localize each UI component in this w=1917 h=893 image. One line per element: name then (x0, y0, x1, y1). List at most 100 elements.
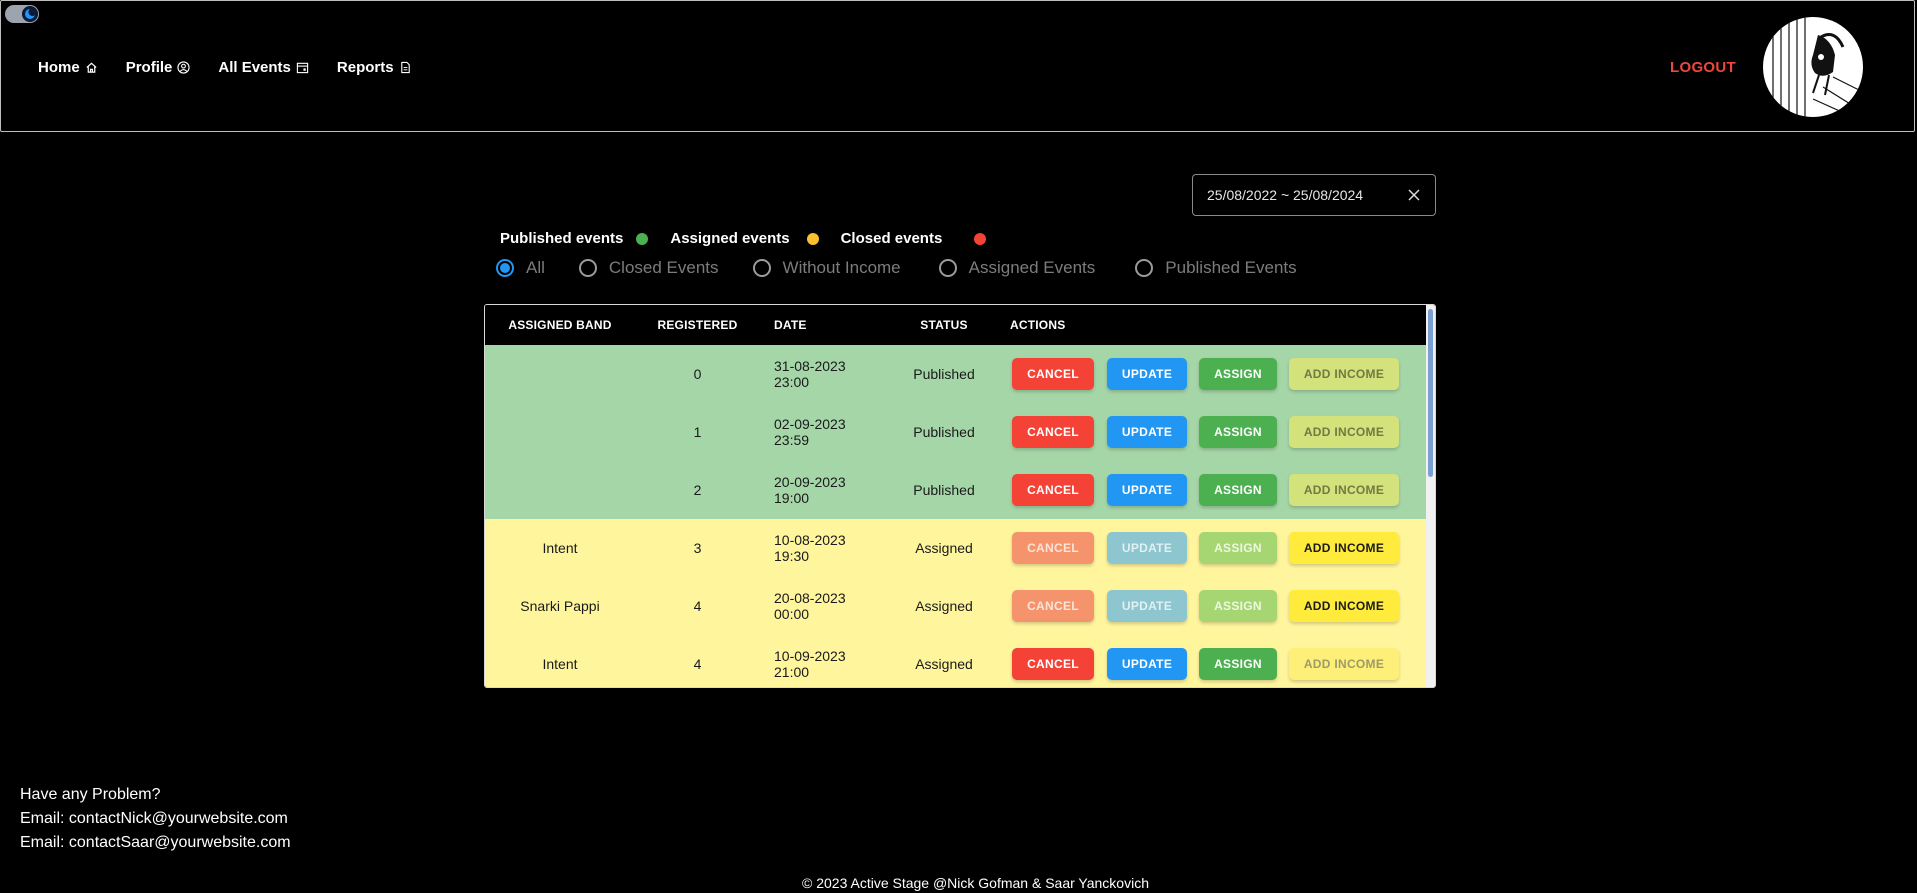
add-income-button[interactable]: ADD INCOME (1289, 590, 1399, 622)
cell-registered: 1 (693, 424, 702, 440)
cell-date: 20-09-2023 19:00 (774, 474, 846, 506)
table-scrollbar[interactable] (1426, 305, 1435, 687)
table-header: ASSIGNED BAND REGISTERED DATE STATUS ACT… (485, 305, 1435, 345)
cell-date: 20-08-2023 00:00 (774, 590, 846, 622)
close-icon[interactable] (1407, 188, 1421, 202)
cell-date: 10-09-2023 21:00 (774, 648, 846, 680)
update-button[interactable]: UPDATE (1107, 648, 1187, 680)
contact-info: Have any Problem? Email: contactNick@you… (20, 783, 291, 855)
nav-all-events-label: All Events (218, 59, 291, 76)
legend-closed-label: Closed events (840, 230, 943, 247)
theme-toggle[interactable] (5, 5, 39, 23)
radio-circle (938, 259, 957, 277)
filter-assigned-label: Assigned Events (968, 258, 1096, 277)
date-range-picker[interactable]: 25/08/2022 ~ 25/08/2024 (1192, 174, 1436, 216)
col-header-actions: ACTIONS (1010, 318, 1066, 332)
cancel-button[interactable]: CANCEL (1012, 474, 1094, 506)
cell-date: 31-08-2023 23:00 (774, 358, 846, 390)
add-income-button[interactable]: ADD INCOME (1289, 474, 1399, 506)
assign-button[interactable]: ASSIGN (1199, 532, 1277, 564)
cell-actions: CANCEL UPDATE ASSIGN ADD INCOME (1008, 416, 1435, 448)
nav-home-label: Home (38, 59, 80, 76)
table-row: Intent 4 10-09-2023 21:00 Assigned CANCE… (485, 635, 1435, 687)
cell-actions: CANCEL UPDATE ASSIGN ADD INCOME (1008, 474, 1435, 506)
cell-actions: CANCEL UPDATE ASSIGN ADD INCOME (1008, 590, 1435, 622)
cancel-button[interactable]: CANCEL (1012, 532, 1094, 564)
legend-assigned-dot (806, 232, 819, 245)
filter-closed-label: Closed Events (608, 258, 719, 277)
filter-closed[interactable]: Closed Events (578, 258, 719, 278)
cancel-button[interactable]: CANCEL (1012, 590, 1094, 622)
table-row: Intent 3 10-08-2023 19:30 Assigned CANCE… (485, 519, 1435, 577)
update-button[interactable]: UPDATE (1107, 474, 1187, 506)
legend-closed-dot (974, 232, 987, 245)
main-nav: Home Profile All Events Reports (38, 59, 412, 76)
cell-status: Published (913, 424, 975, 440)
assign-button[interactable]: ASSIGN (1199, 416, 1277, 448)
filter-published[interactable]: Published Events (1135, 258, 1297, 278)
add-income-button[interactable]: ADD INCOME (1289, 532, 1399, 564)
cell-registered: 3 (693, 540, 702, 556)
nav-all-events[interactable]: All Events (218, 59, 309, 76)
update-button[interactable]: UPDATE (1107, 532, 1187, 564)
cancel-button[interactable]: CANCEL (1012, 358, 1094, 390)
status-legend: Published events Assigned events Closed … (500, 230, 987, 247)
nav-home[interactable]: Home (38, 59, 98, 76)
table-row: 1 02-09-2023 23:59 Published CANCEL UPDA… (485, 403, 1435, 461)
col-header-band: ASSIGNED BAND (508, 318, 612, 332)
assign-button[interactable]: ASSIGN (1199, 590, 1277, 622)
filter-published-label: Published Events (1165, 258, 1297, 277)
logout-button[interactable]: LOGOUT (1670, 59, 1736, 76)
cell-status: Assigned (915, 598, 973, 614)
legend-published-dot (636, 232, 649, 245)
nav-profile-label: Profile (125, 59, 173, 76)
add-income-button[interactable]: ADD INCOME (1289, 358, 1399, 390)
filter-all-label: All (526, 258, 545, 277)
cell-date: 10-08-2023 19:30 (774, 532, 846, 564)
filter-assigned[interactable]: Assigned Events (938, 258, 1096, 278)
assign-button[interactable]: ASSIGN (1199, 648, 1277, 680)
cell-status: Assigned (915, 656, 973, 672)
contact-heading: Have any Problem? (20, 786, 161, 803)
table-row: Snarki Pappi 4 20-08-2023 00:00 Assigned… (485, 577, 1435, 635)
update-button[interactable]: UPDATE (1107, 590, 1187, 622)
cancel-button[interactable]: CANCEL (1012, 416, 1094, 448)
cell-actions: CANCEL UPDATE ASSIGN ADD INCOME (1008, 532, 1435, 564)
radio-circle (1135, 259, 1154, 277)
assign-button[interactable]: ASSIGN (1199, 358, 1277, 390)
nav-reports-label: Reports (336, 59, 394, 76)
radio-circle (752, 259, 771, 277)
col-header-date: DATE (774, 318, 807, 332)
col-header-status: STATUS (920, 318, 968, 332)
cell-registered: 4 (693, 656, 702, 672)
cell-registered: 4 (693, 598, 702, 614)
legend-assigned-label: Assigned events (670, 230, 790, 247)
contact-email-saar: Email: contactSaar@yourwebsite.com (20, 834, 291, 851)
cell-date: 02-09-2023 23:59 (774, 416, 846, 448)
avatar[interactable] (1763, 17, 1863, 117)
cancel-button[interactable]: CANCEL (1012, 648, 1094, 680)
contact-email-nick: Email: contactNick@yourwebsite.com (20, 810, 288, 827)
update-button[interactable]: UPDATE (1107, 358, 1187, 390)
scrollbar-thumb[interactable] (1428, 309, 1433, 477)
top-navbar: Home Profile All Events Reports LOGOUT (0, 0, 1915, 132)
user-circle-icon (177, 61, 191, 74)
cell-registered: 0 (693, 366, 702, 382)
update-button[interactable]: UPDATE (1107, 416, 1187, 448)
add-income-button[interactable]: ADD INCOME (1289, 648, 1399, 680)
cell-band: Snarki Pappi (520, 598, 600, 614)
document-icon (400, 61, 410, 74)
assign-button[interactable]: ASSIGN (1199, 474, 1277, 506)
filter-without-income[interactable]: Without Income (752, 258, 901, 278)
add-income-button[interactable]: ADD INCOME (1289, 416, 1399, 448)
cell-band: Intent (542, 540, 578, 556)
cell-actions: CANCEL UPDATE ASSIGN ADD INCOME (1008, 358, 1435, 390)
legend-published-label: Published events (500, 230, 624, 247)
nav-profile[interactable]: Profile (126, 59, 191, 76)
nav-reports[interactable]: Reports (337, 59, 412, 76)
filter-all[interactable]: All (496, 258, 545, 278)
cell-registered: 2 (693, 482, 702, 498)
table-row: 0 31-08-2023 23:00 Published CANCEL UPDA… (485, 345, 1435, 403)
cell-actions: CANCEL UPDATE ASSIGN ADD INCOME (1008, 648, 1435, 680)
radio-circle (496, 259, 514, 277)
